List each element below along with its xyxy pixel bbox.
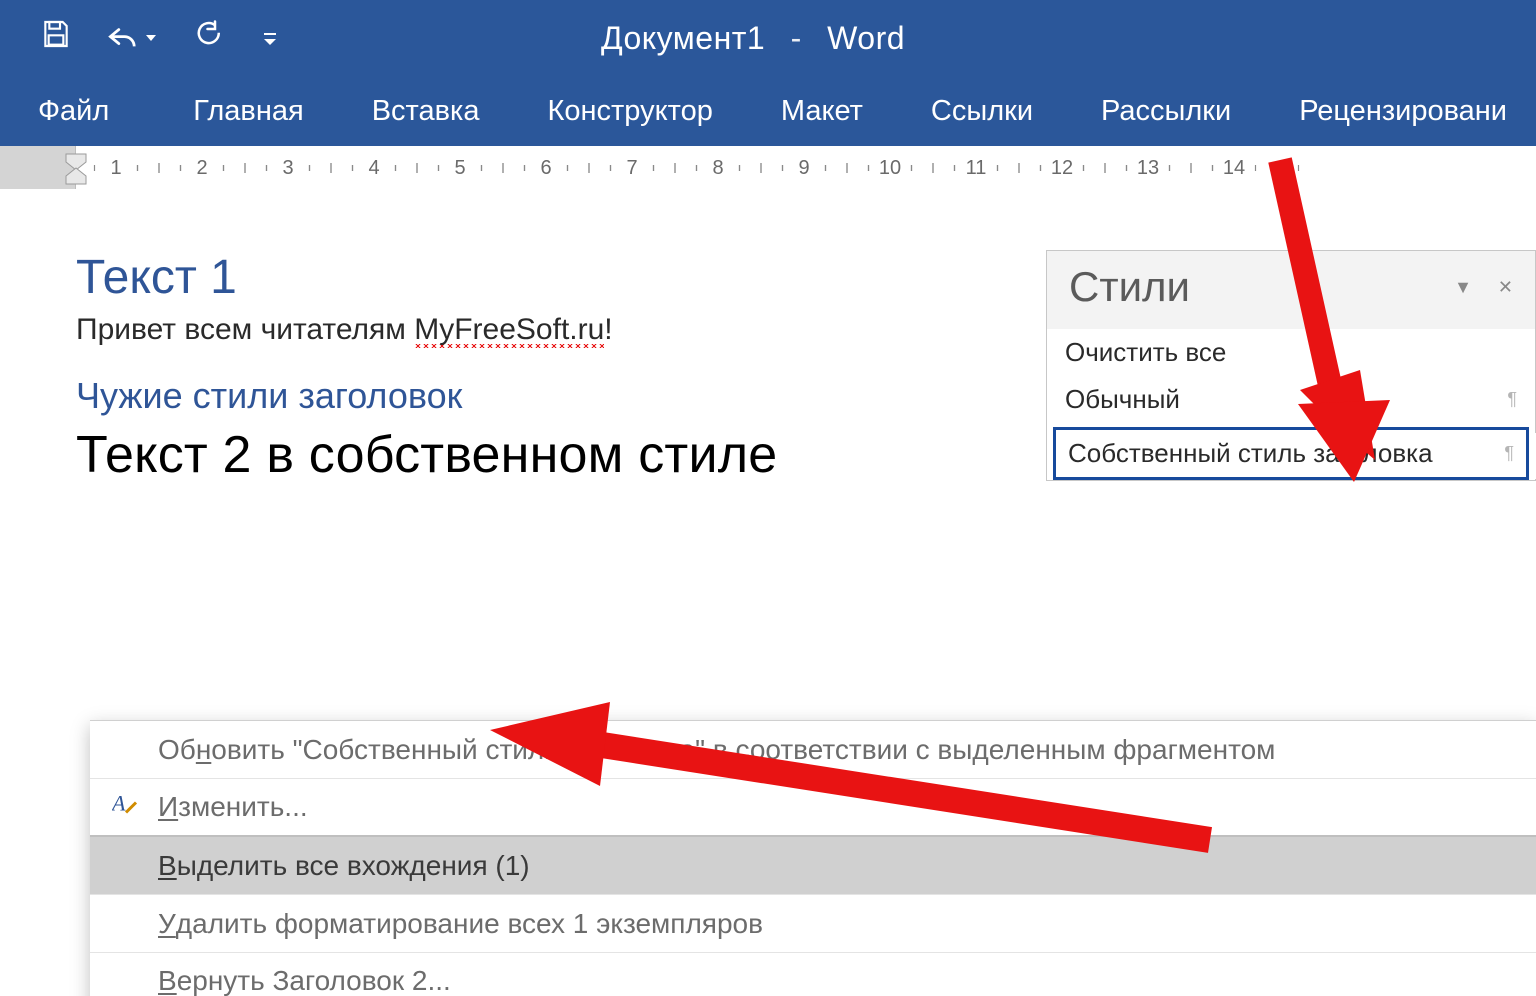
- document-stage: Текст 1 Привет всем читателям MyFreeSoft…: [0, 190, 1536, 996]
- svg-text:2: 2: [196, 157, 207, 179]
- pane-options-icon[interactable]: ▼: [1454, 277, 1472, 298]
- svg-text:1: 1: [110, 157, 121, 179]
- svg-text:13: 13: [1137, 157, 1159, 179]
- styles-pane: Стили ▼ ✕ Очистить все Обычный ¶ Собстве…: [1046, 250, 1536, 481]
- tab-references[interactable]: Ссылки: [897, 83, 1067, 140]
- paragraph-mark-icon: ¶: [1504, 443, 1514, 464]
- menu-remove-formatting[interactable]: Удалить форматирование всех 1 экземпляро…: [90, 895, 1536, 953]
- style-normal[interactable]: Обычный ¶: [1047, 376, 1535, 423]
- svg-text:9: 9: [798, 157, 809, 179]
- paragraph-mark-icon: ¶: [1507, 389, 1517, 410]
- style-context-menu: Обновить "Собственный стиль заголовка" в…: [90, 720, 1536, 996]
- svg-text:A: A: [112, 791, 126, 816]
- tab-mailings[interactable]: Рассылки: [1067, 83, 1265, 140]
- pane-close-icon[interactable]: ✕: [1498, 277, 1513, 298]
- svg-text:10: 10: [879, 157, 901, 179]
- quick-access-toolbar: [0, 18, 278, 58]
- tab-design[interactable]: Конструктор: [513, 83, 746, 140]
- svg-text:12: 12: [1051, 157, 1073, 179]
- svg-text:5: 5: [454, 157, 465, 179]
- svg-text:4: 4: [368, 157, 379, 179]
- styles-pane-title: Стили: [1069, 263, 1190, 311]
- tab-layout[interactable]: Макет: [747, 83, 897, 140]
- horizontal-ruler[interactable]: 1234567891011121314: [0, 146, 1536, 190]
- tab-file[interactable]: Файл: [32, 83, 159, 140]
- svg-text:6: 6: [540, 157, 551, 179]
- svg-text:11: 11: [966, 157, 987, 179]
- ribbon-tabs: Файл Главная Вставка Конструктор Макет С…: [0, 76, 1536, 146]
- redo-icon[interactable]: [190, 19, 220, 57]
- styles-pane-header: Стили ▼ ✕: [1047, 251, 1535, 329]
- style-clear-all[interactable]: Очистить все: [1047, 329, 1535, 376]
- title-bar: Документ1 - Word: [0, 0, 1536, 76]
- svg-text:7: 7: [626, 157, 637, 179]
- tab-review[interactable]: Рецензировани: [1265, 83, 1536, 140]
- svg-text:3: 3: [282, 157, 293, 179]
- indent-marker-icon[interactable]: [62, 150, 90, 186]
- modify-style-icon: A: [112, 791, 138, 824]
- document-name: Документ1: [601, 20, 765, 56]
- spellcheck-underline: MyFreeSoft.ru: [414, 313, 604, 348]
- style-custom-heading[interactable]: Собственный стиль заголовка ¶: [1053, 427, 1529, 480]
- menu-revert-heading2[interactable]: Вернуть Заголовок 2...: [90, 953, 1536, 996]
- menu-select-all-instances[interactable]: Выделить все вхождения (1): [90, 837, 1536, 895]
- app-name: Word: [827, 20, 905, 56]
- svg-text:8: 8: [712, 157, 723, 179]
- menu-modify[interactable]: A Изменить...: [90, 779, 1536, 837]
- ruler-marks: 1234567891011121314: [76, 146, 1536, 189]
- tab-home[interactable]: Главная: [159, 83, 337, 140]
- qat-customize-icon[interactable]: [262, 21, 278, 55]
- undo-icon[interactable]: [106, 24, 156, 52]
- tab-insert[interactable]: Вставка: [338, 83, 514, 140]
- svg-text:14: 14: [1223, 157, 1245, 179]
- save-icon[interactable]: [40, 18, 72, 58]
- menu-update-style[interactable]: Обновить "Собственный стиль заголовка" в…: [90, 721, 1536, 779]
